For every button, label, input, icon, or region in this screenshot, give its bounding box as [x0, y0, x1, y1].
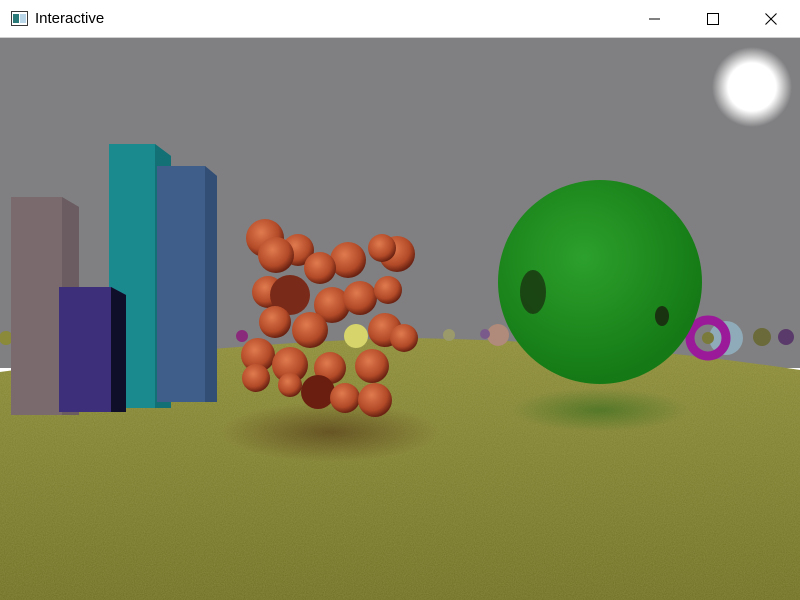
maximize-button[interactable] — [684, 0, 742, 38]
close-icon — [765, 13, 777, 25]
title-bar[interactable]: Interactive — [0, 0, 800, 38]
cluster-shadow — [220, 402, 440, 462]
app-icon — [11, 11, 28, 26]
render-viewport[interactable] — [0, 38, 800, 600]
blue-box — [157, 166, 217, 402]
app-window: Interactive — [0, 0, 800, 600]
sphere-shadow — [510, 388, 690, 432]
minimize-icon — [649, 18, 660, 20]
scene-canvas — [0, 38, 800, 600]
purple-box — [59, 287, 126, 412]
window-title: Interactive — [35, 10, 105, 27]
close-button[interactable] — [742, 0, 800, 38]
maximize-icon — [707, 13, 719, 25]
sun — [712, 47, 792, 127]
green-sphere — [498, 180, 702, 384]
minimize-button[interactable] — [626, 0, 684, 38]
